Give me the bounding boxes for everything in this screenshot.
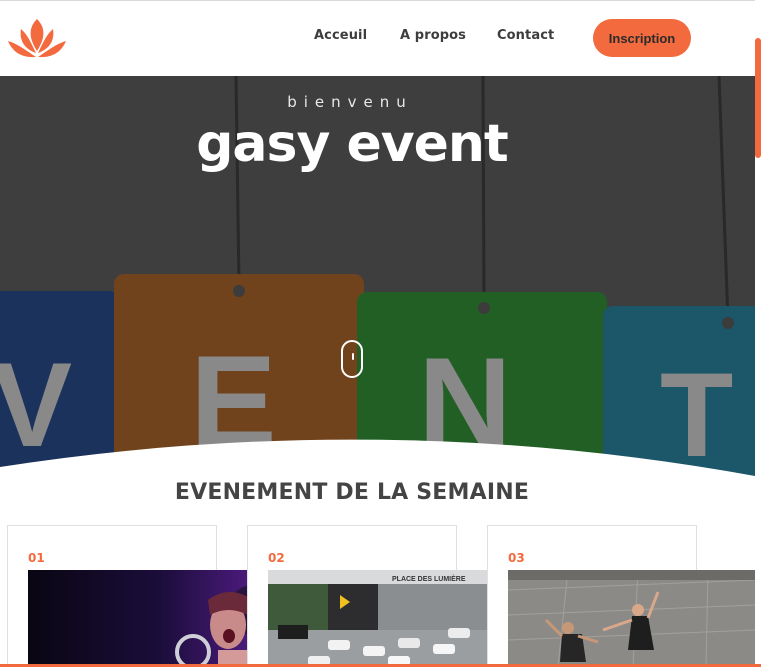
scrollbar-thumb[interactable] — [755, 38, 761, 158]
event-card-number: 03 — [508, 551, 525, 565]
hero-banner: V E N T bienvenu gasy event — [0, 76, 755, 476]
place-des-lumieres-sign: PLACE DES LUMIÈRE — [392, 574, 466, 583]
hero-curve-divider — [0, 439, 755, 480]
inscription-button[interactable]: Inscription — [593, 19, 691, 57]
nav-link-contact[interactable]: Contact — [497, 28, 554, 43]
page: Acceuil A propos Contact Inscription V E — [0, 0, 761, 667]
nav-link-a-propos[interactable]: A propos — [400, 28, 466, 43]
hero-subtitle: bienvenu — [287, 93, 413, 111]
event-image-dancers[interactable] — [508, 570, 755, 667]
lotus-logo-icon[interactable] — [7, 17, 67, 61]
hero-title: gasy event — [196, 114, 509, 174]
section-title: EVENEMENT DE LA SEMAINE — [174, 480, 530, 505]
event-card-number: 01 — [28, 551, 45, 565]
event-image-concert-singer[interactable] — [28, 570, 247, 667]
event-image-place-des-lumieres[interactable]: PLACE DES LUMIÈRE — [268, 570, 487, 667]
nav-link-acceuil[interactable]: Acceuil — [314, 28, 367, 43]
site-header: Acceuil A propos Contact Inscription — [0, 1, 755, 76]
scroll-down-mouse-icon[interactable] — [341, 340, 363, 378]
event-card-number: 02 — [268, 551, 285, 565]
